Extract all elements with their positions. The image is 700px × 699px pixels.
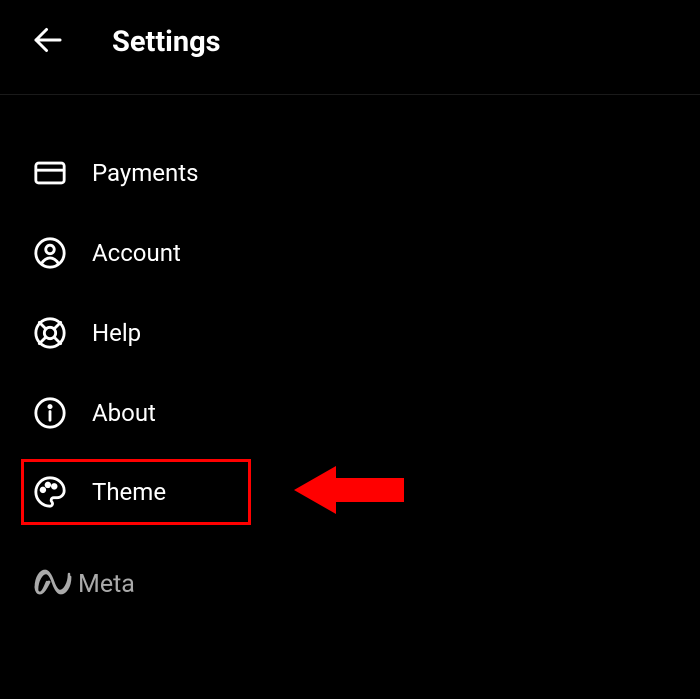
credit-card-icon <box>32 155 68 191</box>
arrow-left-icon <box>30 22 66 62</box>
settings-item-label: Theme <box>92 478 166 506</box>
page-title: Settings <box>112 25 221 59</box>
header: Settings <box>0 0 700 95</box>
settings-item-label: Help <box>92 319 141 347</box>
settings-item-help[interactable]: Help <box>24 293 676 373</box>
brand-label: Meta <box>78 570 135 599</box>
settings-item-label: Payments <box>92 159 199 187</box>
settings-item-payments[interactable]: Payments <box>24 133 676 213</box>
palette-icon <box>32 474 68 510</box>
settings-list: Payments Account Help <box>0 95 700 525</box>
settings-item-theme[interactable]: Theme <box>21 459 251 525</box>
settings-item-label: Account <box>92 239 181 267</box>
annotation-arrow-icon <box>294 460 404 524</box>
settings-item-label: About <box>92 399 156 427</box>
settings-item-account[interactable]: Account <box>24 213 676 293</box>
info-icon <box>32 395 68 431</box>
footer-brand: Meta <box>0 531 700 599</box>
help-icon <box>32 315 68 351</box>
account-circle-icon <box>32 235 68 271</box>
settings-item-about[interactable]: About <box>24 373 676 453</box>
meta-logo-icon <box>34 569 72 599</box>
back-button[interactable] <box>24 18 72 66</box>
